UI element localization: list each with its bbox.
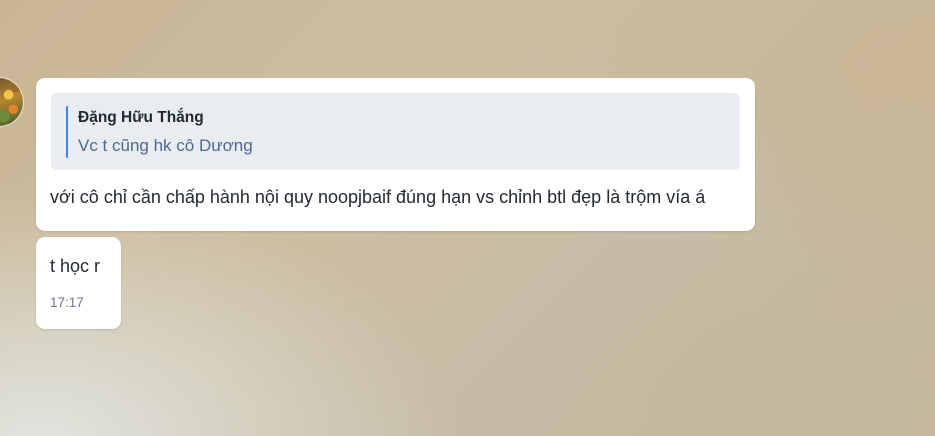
message-timestamp: 17:17 — [50, 295, 84, 310]
message-text: với cô chỉ cần chấp hành nội quy noopjba… — [50, 187, 706, 207]
sender-avatar[interactable] — [0, 77, 24, 127]
message-text: t học r — [50, 256, 101, 276]
quoted-text: Vc t cũng hk cô Dương — [78, 136, 253, 155]
quoted-reply[interactable]: Đặng Hữu Thắng Vc t cũng hk cô Dương — [51, 93, 740, 170]
quoted-author: Đặng Hữu Thắng — [78, 109, 204, 126]
chat-message-area: Đặng Hữu Thắng Vc t cũng hk cô Dương với… — [0, 0, 935, 436]
quote-accent-bar — [66, 106, 68, 158]
message-bubble[interactable]: Đặng Hữu Thắng Vc t cũng hk cô Dương với… — [36, 78, 755, 231]
message-bubble[interactable]: t học r 17:17 — [36, 237, 121, 329]
